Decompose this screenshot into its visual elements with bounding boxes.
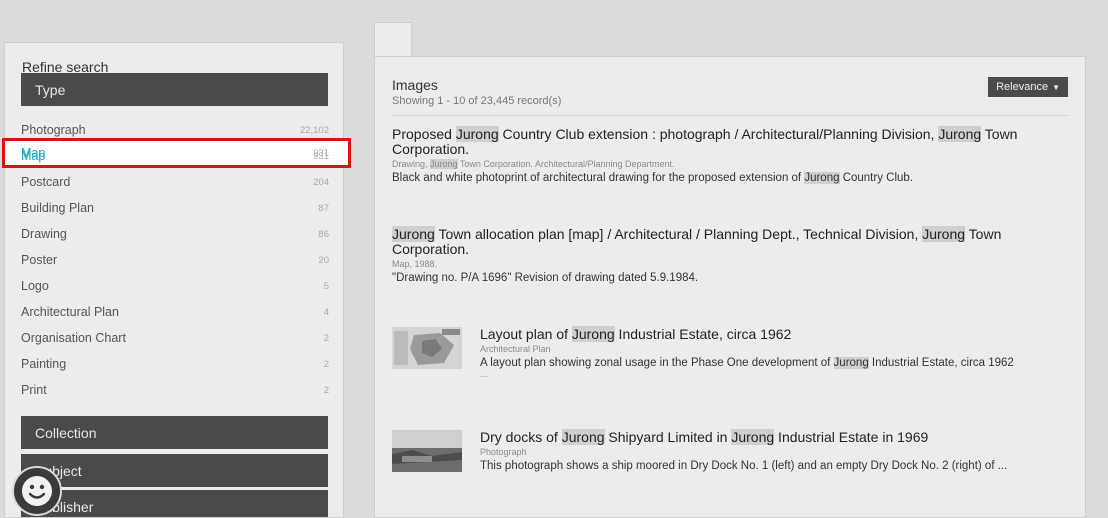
facet-item-drawing[interactable]: Drawing 86 — [5, 221, 343, 247]
facet-label: Print — [21, 383, 47, 397]
smiley-face-icon — [22, 476, 52, 506]
facet-label: Logo — [21, 279, 49, 293]
result-item: Proposed Jurong Country Club extension :… — [392, 126, 1068, 184]
results-divider — [392, 115, 1068, 116]
facet-count: 204 — [313, 176, 329, 188]
facet-label: Organisation Chart — [21, 331, 126, 345]
facet-item-logo[interactable]: Logo 5 — [5, 273, 343, 299]
type-facet-header-label: Type — [35, 81, 66, 98]
facet-label: Architectural Plan — [21, 305, 119, 319]
result-item: Layout plan of Jurong Industrial Estate,… — [480, 326, 1068, 379]
search-term-highlight: Jurong — [804, 172, 840, 184]
facet-item-poster[interactable]: Poster 20 — [5, 247, 343, 273]
result-title-link[interactable]: Dry docks of Jurong Shipyard Limited in … — [480, 429, 1068, 445]
refine-sidebar: Refine search Type Photograph 22,102 Map… — [4, 42, 344, 518]
facet-count: 931 — [313, 147, 329, 159]
facet-label: Map — [21, 146, 46, 160]
result-item: Dry docks of Jurong Shipyard Limited in … — [480, 429, 1068, 472]
facet-count: 22,102 — [299, 124, 329, 136]
result-meta: Photograph — [480, 447, 527, 457]
result-description: A layout plan showing zonal usage in the… — [480, 357, 1014, 369]
search-term-highlight: Jurong — [833, 357, 869, 369]
facet-label: Poster — [21, 253, 58, 267]
result-ellipsis: ... — [480, 369, 488, 379]
sort-label: Relevance — [996, 81, 1049, 93]
result-description: This photograph shows a ship moored in D… — [480, 460, 1008, 472]
facet-count: 2 — [323, 384, 329, 396]
facet-label: Photograph — [21, 123, 86, 137]
facet-label: Painting — [21, 357, 67, 371]
facet-item-architectural-plan[interactable]: Architectural Plan 4 — [5, 299, 343, 325]
result-item: Jurong Town allocation plan [map] / Arch… — [392, 226, 1068, 284]
result-description: "Drawing no. P/A 1696" Revision of drawi… — [392, 272, 699, 284]
results-tab[interactable] — [374, 22, 412, 57]
results-count: Showing 1 - 10 of 23,445 record(s) — [392, 95, 562, 107]
result-meta: Architectural Plan — [480, 344, 551, 354]
search-term-highlight: Jurong — [731, 429, 775, 445]
facet-label: Drawing — [21, 227, 67, 241]
search-term-highlight: Jurong — [392, 226, 435, 242]
facet-count: 5 — [323, 280, 329, 292]
results-title: Images — [392, 77, 438, 93]
publisher-facet-header[interactable]: Publisher — [21, 490, 328, 517]
result-title-link[interactable]: Jurong Town allocation plan [map] / Arch… — [392, 226, 1068, 257]
sort-dropdown[interactable]: Relevance ▼ — [988, 77, 1068, 97]
caret-down-icon: ▼ — [1052, 82, 1060, 92]
facet-count: 4 — [323, 306, 329, 318]
search-term-highlight: Jurong — [561, 429, 605, 445]
chat-widget-button[interactable] — [12, 466, 62, 516]
result-description: Black and white photoprint of architectu… — [392, 172, 914, 184]
facet-item-building-plan[interactable]: Building Plan 87 — [5, 195, 343, 221]
facet-label: Postcard — [21, 175, 71, 189]
facet-item-postcard[interactable]: Postcard 204 — [5, 169, 343, 195]
result-meta: Drawing, Jurong Town Corporation. Archit… — [392, 159, 675, 169]
map-thumbnail-image — [392, 327, 462, 369]
collection-facet-header-label: Collection — [35, 424, 97, 441]
facet-label: Building Plan — [21, 201, 94, 215]
search-term-highlight: Jurong — [430, 159, 458, 169]
facet-count: 87 — [318, 202, 329, 214]
search-term-highlight: Jurong — [938, 126, 982, 142]
photo-thumbnail-image — [392, 430, 462, 472]
search-term-highlight: Jurong — [922, 226, 966, 242]
collection-facet-header[interactable]: Collection — [21, 416, 328, 449]
result-meta: Map, 1988. — [392, 259, 438, 269]
subject-facet-header[interactable]: Subject — [21, 454, 328, 487]
facet-item-map-overlay[interactable]: Map 931 — [5, 141, 345, 165]
search-term-highlight: Jurong — [455, 126, 499, 142]
result-thumbnail-map[interactable] — [392, 327, 462, 369]
facet-count: 2 — [323, 358, 329, 370]
facet-item-print[interactable]: Print 2 — [5, 377, 343, 403]
search-term-highlight: Jurong — [571, 326, 615, 342]
result-title-link[interactable]: Layout plan of Jurong Industrial Estate,… — [480, 326, 1068, 342]
facet-count: 20 — [318, 254, 329, 266]
facet-count: 2 — [323, 332, 329, 344]
facet-item-painting[interactable]: Painting 2 — [5, 351, 343, 377]
type-facet-header[interactable]: Type — [21, 73, 328, 106]
facet-item-organisation-chart[interactable]: Organisation Chart 2 — [5, 325, 343, 351]
results-panel: Images Showing 1 - 10 of 23,445 record(s… — [374, 56, 1086, 518]
result-title-link[interactable]: Proposed Jurong Country Club extension :… — [392, 126, 1068, 157]
result-thumbnail-photo[interactable] — [392, 430, 462, 472]
facet-count: 86 — [318, 228, 329, 240]
